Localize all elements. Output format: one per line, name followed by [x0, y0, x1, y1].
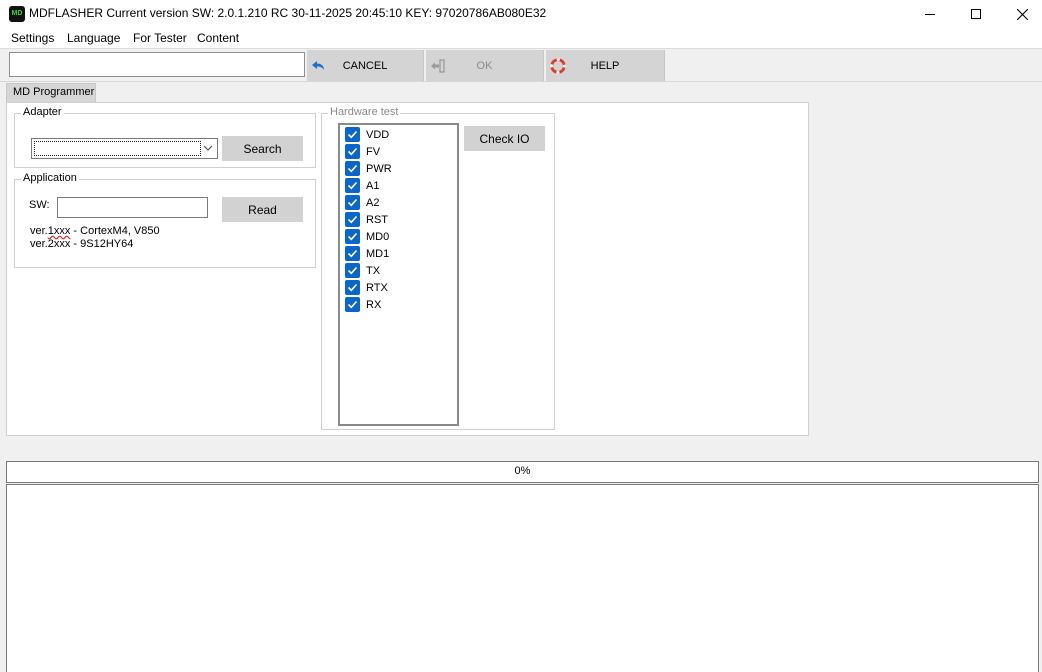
title-bar: MD MDFLASHER Current version SW: 2.0.1.2… — [0, 0, 1042, 28]
help-label: HELP — [590, 59, 620, 72]
hardware-test-group: Hardware test VDD FV PWR A1 A2 RST MD0 MD1 TX RTX… — [321, 106, 555, 430]
ver1-desc: - CortexM4, V850 — [70, 225, 160, 237]
checkbox-label: FV — [366, 145, 381, 158]
application-group: Application SW: Read ver.1xxx - CortexM4… — [14, 172, 316, 268]
window-title: MDFLASHER Current version SW: 2.0.1.210 … — [29, 6, 547, 20]
log-output[interactable] — [6, 484, 1039, 672]
ok-label: OK — [476, 59, 493, 72]
sw-label: SW: — [29, 199, 50, 211]
checkbox-vdd[interactable]: VDD — [345, 126, 389, 143]
checkbox-label: RTX — [366, 281, 388, 294]
version-line-1: ver.1xxx - CortexM4, V850 — [30, 225, 160, 237]
application-legend: Application — [21, 172, 79, 184]
version-line-2: ver.2xxx - 9S12HY64 — [30, 238, 134, 250]
checkbox-label: TX — [366, 264, 381, 277]
toolbar: CANCEL OK HELP — [0, 49, 1042, 82]
checkbox-label: MD1 — [366, 247, 390, 260]
checkbox-label: VDD — [366, 128, 390, 141]
menu-language[interactable]: Language — [67, 31, 120, 45]
ver1-prefix: ver. — [30, 225, 48, 237]
hardware-test-legend: Hardware test — [328, 106, 401, 118]
checkbox-label: PWR — [366, 162, 392, 175]
menu-content[interactable]: Content — [197, 31, 239, 45]
chevron-down-icon — [203, 145, 213, 151]
adapter-select-value — [34, 141, 201, 156]
sw-input[interactable] — [57, 197, 208, 218]
io-checklist: VDD FV PWR A1 A2 RST MD0 MD1 TX RTX RX — [338, 123, 459, 426]
progress-bar: 0% — [6, 461, 1039, 483]
check-io-button[interactable]: Check IO — [464, 126, 545, 151]
tab-panel: Adapter Search Application SW: Read ver.… — [6, 102, 809, 436]
checkbox-label: RX — [366, 298, 382, 311]
checkbox-rx[interactable]: RX — [345, 296, 381, 313]
close-icon — [1016, 8, 1028, 20]
maximize-button[interactable] — [953, 0, 999, 28]
checkbox-a1[interactable]: A1 — [345, 177, 379, 194]
checkmark-icon — [345, 280, 360, 295]
checkmark-icon — [345, 246, 360, 261]
checkbox-md1[interactable]: MD1 — [345, 245, 389, 262]
adapter-select[interactable] — [31, 138, 218, 159]
menu-settings[interactable]: Settings — [11, 31, 54, 45]
checkmark-icon — [345, 144, 360, 159]
checkbox-label: A1 — [366, 179, 380, 192]
checkbox-rst[interactable]: RST — [345, 211, 388, 228]
checkmark-icon — [345, 297, 360, 312]
ok-button[interactable]: OK — [426, 50, 544, 81]
help-button[interactable]: HELP — [546, 50, 665, 81]
checkbox-pwr[interactable]: PWR — [345, 160, 392, 177]
checkbox-tx[interactable]: TX — [345, 262, 380, 279]
minimize-icon — [925, 14, 935, 15]
checkmark-icon — [345, 127, 360, 142]
checkbox-label: A2 — [366, 196, 380, 209]
checkmark-icon — [345, 229, 360, 244]
checkbox-md0[interactable]: MD0 — [345, 228, 389, 245]
adapter-legend: Adapter — [21, 106, 64, 118]
checkmark-icon — [345, 178, 360, 193]
checkbox-label: RST — [366, 213, 388, 226]
app-logo-icon: MD — [9, 6, 25, 22]
progress-text: 0% — [514, 465, 531, 477]
read-button[interactable]: Read — [222, 197, 303, 222]
checkmark-icon — [345, 161, 360, 176]
checkbox-a2[interactable]: A2 — [345, 194, 379, 211]
adapter-group: Adapter Search — [14, 106, 316, 168]
checkmark-icon — [345, 263, 360, 278]
search-button[interactable]: Search — [222, 136, 303, 161]
checkbox-rtx[interactable]: RTX — [345, 279, 388, 296]
tab-md-programmer[interactable]: MD Programmer — [6, 83, 96, 102]
maximize-icon — [971, 9, 981, 19]
checkbox-label: MD0 — [366, 230, 390, 243]
checkmark-icon — [345, 195, 360, 210]
checkmark-icon — [345, 212, 360, 227]
cancel-label: CANCEL — [342, 59, 388, 72]
minimize-button[interactable] — [907, 0, 953, 28]
menu-for-tester[interactable]: For Tester — [133, 31, 187, 45]
menu-bar: Settings Language For Tester Content — [0, 28, 1042, 49]
checkbox-fv[interactable]: FV — [345, 143, 380, 160]
ver1-code: 1xxx — [47, 225, 71, 237]
cancel-button[interactable]: CANCEL — [307, 50, 424, 81]
close-button[interactable] — [999, 0, 1042, 28]
command-input[interactable] — [9, 52, 305, 77]
